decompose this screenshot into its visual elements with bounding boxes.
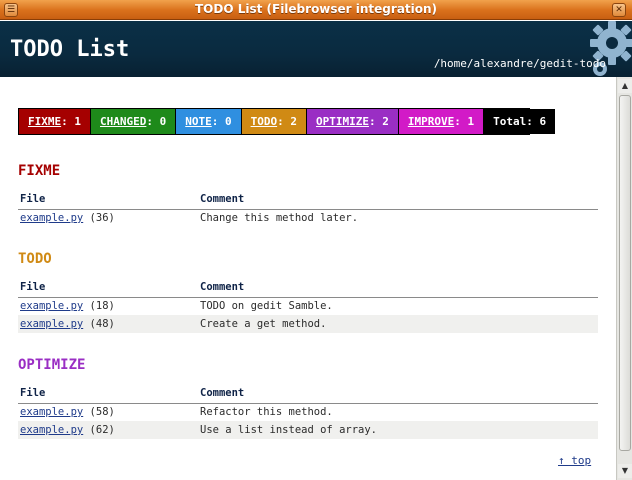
summary-optimize[interactable]: OPTIMIZE: 2 <box>306 109 399 134</box>
line-number: (62) <box>89 424 115 436</box>
summary-label: Total <box>493 115 527 128</box>
summary-total: Total: 6 <box>484 109 556 134</box>
line-number: (18) <box>89 300 115 313</box>
window-titlebar: ☰ TODO List (Filebrowser integration) ✕ <box>0 0 632 20</box>
page-title: TODO List <box>10 37 130 62</box>
table-header: File Comment <box>18 279 598 298</box>
scroll-thumb[interactable] <box>619 95 631 451</box>
table-row: example.py (48) Create a get method. <box>18 315 598 333</box>
line-number: (48) <box>89 318 115 330</box>
summary-todo[interactable]: TODO: 2 <box>241 109 307 134</box>
file-link[interactable]: example.py <box>20 318 83 330</box>
vertical-scrollbar[interactable]: ▲ ▼ <box>616 77 632 480</box>
close-button[interactable]: ✕ <box>612 3 626 17</box>
file-cell: example.py (62) <box>18 421 198 439</box>
comment-cell: TODO on gedit Samble. <box>200 300 333 313</box>
summary-fixme[interactable]: FIXME: 1 <box>19 109 91 134</box>
table-row: example.py (36) Change this method later… <box>18 209 598 227</box>
comment-cell: Change this method later. <box>200 212 359 225</box>
file-link[interactable]: example.py <box>20 406 83 418</box>
table-header: File Comment <box>18 191 598 210</box>
column-header-file: File <box>18 385 198 404</box>
column-header-file: File <box>18 279 198 298</box>
todo-table: File Comment example.py (18) TODO on ged… <box>18 279 598 333</box>
window-title: TODO List (Filebrowser integration) <box>194 2 438 16</box>
table-row: example.py (58) Refactor this method. <box>18 403 598 421</box>
section-title: FIXME <box>18 163 61 179</box>
header-banner: TODO List /home/alexandre/gedit-todo <box>0 21 632 77</box>
file-cell: example.py (36) <box>18 209 198 227</box>
section-title: OPTIMIZE <box>18 357 86 373</box>
summary-changed[interactable]: CHANGED: 0 <box>91 109 177 134</box>
line-number: (36) <box>89 212 115 225</box>
summary-note[interactable]: NOTE: 0 <box>176 109 242 134</box>
summary-count: 2 <box>290 115 297 128</box>
file-cell: example.py (48) <box>18 315 198 333</box>
summary-label[interactable]: IMPROVE <box>408 115 454 128</box>
file-link[interactable]: example.py <box>20 424 83 436</box>
optimize-table: File Comment example.py (58) Refactor th… <box>18 385 598 439</box>
summary-label[interactable]: FIXME <box>28 115 61 128</box>
section-todo: TODO File Comment example.py (18) TODO o… <box>18 251 598 333</box>
file-link[interactable]: example.py <box>20 300 83 312</box>
section-title: TODO <box>18 251 52 267</box>
summary-count: 1 <box>467 115 475 128</box>
comment-cell: Refactor this method. <box>200 406 333 419</box>
file-cell: example.py (18) <box>18 297 198 315</box>
summary-label[interactable]: OPTIMIZE <box>316 115 369 128</box>
column-header-file: File <box>18 191 198 210</box>
column-header-comment: Comment <box>198 279 598 298</box>
summary-count: 0 <box>159 115 167 128</box>
column-header-comment: Comment <box>198 385 598 404</box>
line-number: (58) <box>89 406 115 419</box>
table-row: example.py (62) Use a list instead of ar… <box>18 421 598 439</box>
summary-count: 6 <box>539 115 547 128</box>
todo-content: FIXME: 1 CHANGED: 0 NOTE: 0 TODO: 2 OPTI… <box>18 108 598 439</box>
comment-cell: Create a get method. <box>198 315 598 333</box>
back-to-top-link[interactable]: ↑ top <box>558 454 591 467</box>
column-header-comment: Comment <box>198 191 598 210</box>
project-path: /home/alexandre/gedit-todo <box>433 57 606 70</box>
summary-improve[interactable]: IMPROVE: 1 <box>398 109 485 134</box>
table-header: File Comment <box>18 385 598 404</box>
file-cell: example.py (58) <box>18 403 198 421</box>
comment-cell: Use a list instead of array. <box>198 421 598 439</box>
summary-label[interactable]: NOTE <box>185 115 212 128</box>
file-link[interactable]: example.py <box>20 212 83 224</box>
summary-label[interactable]: TODO <box>251 115 278 128</box>
section-optimize: OPTIMIZE File Comment example.py (58) Re… <box>18 357 598 439</box>
summary-count: 0 <box>224 115 232 128</box>
summary-bar: FIXME: 1 CHANGED: 0 NOTE: 0 TODO: 2 OPTI… <box>18 108 556 135</box>
summary-count: 2 <box>382 115 389 128</box>
fixme-table: File Comment example.py (36) Change this… <box>18 191 598 227</box>
summary-label[interactable]: CHANGED <box>100 115 146 128</box>
scroll-down-arrow-icon[interactable]: ▼ <box>618 464 632 478</box>
summary-count: 1 <box>74 115 81 128</box>
section-fixme: FIXME File Comment example.py (36) Chang… <box>18 163 598 227</box>
scroll-up-arrow-icon[interactable]: ▲ <box>618 79 632 93</box>
table-row: example.py (18) TODO on gedit Samble. <box>18 297 598 315</box>
